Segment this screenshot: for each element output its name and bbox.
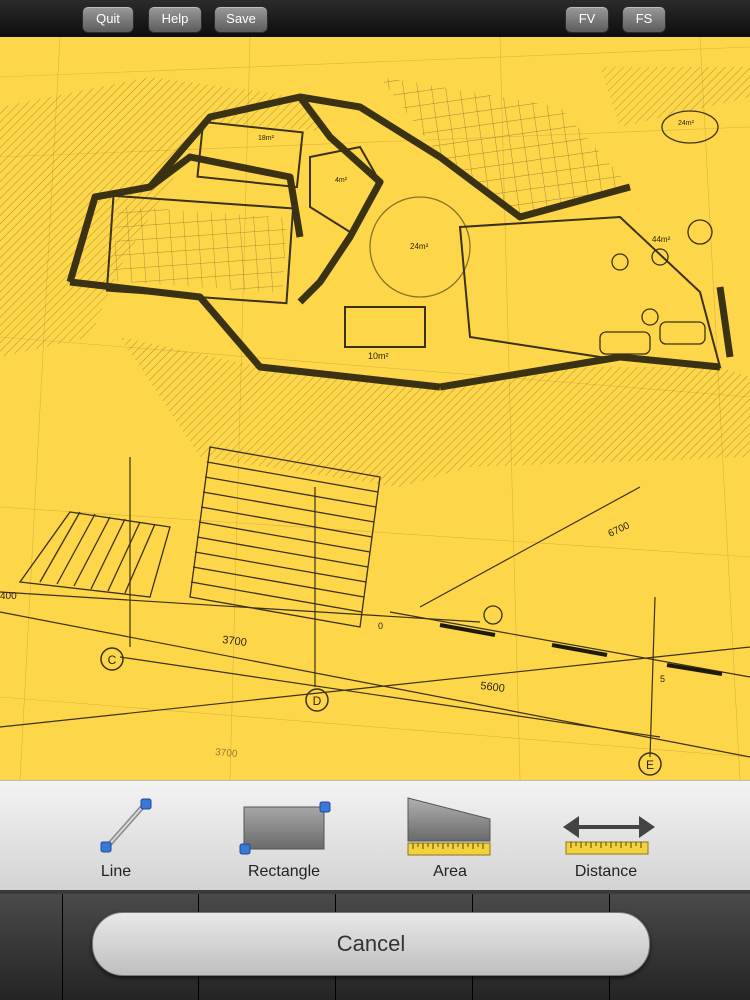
rectangle-tool-label: Rectangle (247, 863, 321, 880)
dimension-0: 0 (378, 621, 383, 631)
quit-button[interactable]: Quit (82, 6, 134, 33)
room-label-4: 4m² (335, 177, 348, 184)
bottom-bar: Cancel (0, 890, 750, 1000)
cancel-button[interactable]: Cancel (92, 912, 650, 976)
rectangle-tool[interactable]: Rectangle (209, 781, 359, 891)
grid-marker-c: C (108, 653, 117, 667)
area-tool-icon (407, 797, 491, 856)
grid-marker-d: D (313, 694, 322, 708)
dimension-400: 400 (0, 591, 17, 602)
line-tool-icon (100, 798, 152, 853)
area-tool[interactable]: Area (375, 781, 525, 891)
room-label-44: 44m² (652, 235, 671, 244)
tool-palette: Line Rectangle Area Distance (0, 780, 750, 891)
help-button[interactable]: Help (148, 6, 202, 33)
dimension-5: 5 (660, 674, 665, 684)
save-button[interactable]: Save (214, 6, 268, 33)
area-tool-label: Area (433, 863, 467, 880)
distance-tool-label: Distance (574, 863, 638, 880)
top-toolbar: Quit Help Save FV FS (0, 0, 750, 38)
room-label-18: 18m² (258, 135, 275, 142)
bottom-cell (0, 894, 62, 1000)
blueprint-drawing: C D E 3700 5600 6700 3700 400 0 5 10m² 2… (0, 37, 750, 780)
fs-button[interactable]: FS (622, 6, 666, 33)
grid-marker-e: E (646, 758, 654, 772)
dimension-3700-faint: 3700 (215, 747, 239, 760)
rectangle-tool-icon (239, 801, 331, 855)
room-label-10: 10m² (368, 351, 389, 361)
blueprint-image[interactable]: C D E 3700 5600 6700 3700 400 0 5 10m² 2… (0, 37, 750, 780)
line-tool[interactable]: Line (41, 781, 191, 891)
distance-tool[interactable]: Distance (531, 781, 681, 891)
fv-button[interactable]: FV (565, 6, 609, 33)
room-label-24: 24m² (410, 242, 429, 251)
distance-tool-icon (563, 816, 655, 855)
room-label-24b: 24m² (678, 120, 695, 127)
line-tool-label: Line (100, 863, 132, 880)
